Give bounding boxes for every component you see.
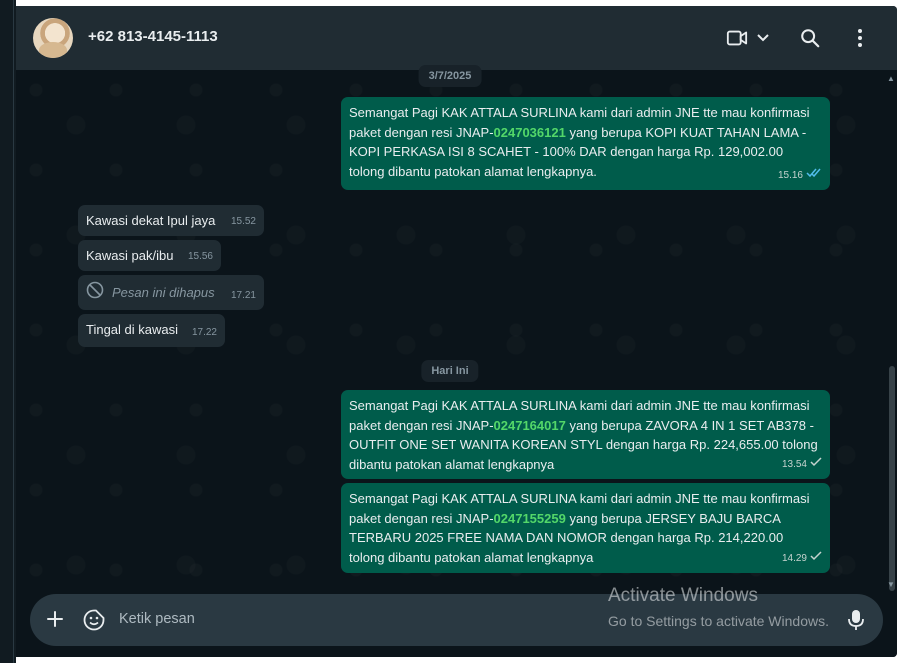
outgoing-message[interactable]: Semangat Pagi KAK ATTALA SURLINA kami da… xyxy=(341,390,830,479)
message-meta: 14.29 xyxy=(782,549,822,569)
watermark-subtitle: Go to Settings to activate Windows. xyxy=(608,613,829,629)
message-time: 15.16 xyxy=(777,169,803,181)
message-time: 17.22 xyxy=(191,326,217,338)
date-divider: Hari Ini xyxy=(421,360,479,382)
resi-number[interactable]: 0247036121 xyxy=(494,125,566,140)
incoming-message[interactable]: Kawasi pak/ibu 15.56 xyxy=(78,240,221,271)
message-text: Pesan ini dihapus xyxy=(112,285,215,300)
video-call-icon[interactable] xyxy=(726,27,748,54)
left-panel-edge xyxy=(0,0,16,663)
double-check-icon xyxy=(806,166,822,186)
resi-number[interactable]: 0247164017 xyxy=(494,418,566,433)
message-meta: 15.52 xyxy=(231,212,256,232)
contact-avatar[interactable] xyxy=(33,18,73,58)
message-time: 15.52 xyxy=(230,215,256,227)
activate-windows-watermark: Activate Windows Go to Settings to activ… xyxy=(608,585,829,630)
blocked-icon xyxy=(86,281,104,305)
scroll-down-arrow[interactable]: ▼ xyxy=(887,580,897,589)
date-divider: 3/7/2025 xyxy=(418,65,482,87)
message-list[interactable]: 3/7/2025 Semangat Pagi KAK ATTALA SURLIN… xyxy=(16,65,897,594)
chevron-down-icon[interactable] xyxy=(755,30,771,51)
panel-divider xyxy=(13,0,14,663)
resi-number[interactable]: 0247155259 xyxy=(494,511,566,526)
menu-dots-icon[interactable] xyxy=(850,27,870,54)
message-time: 17.21 xyxy=(230,289,256,301)
watermark-title: Activate Windows xyxy=(608,585,758,606)
message-text: Tingal di kawasi xyxy=(86,322,179,337)
mic-icon[interactable] xyxy=(846,608,866,637)
message-input[interactable]: Ketik pesan xyxy=(119,611,195,627)
outgoing-message[interactable]: Semangat Pagi KAK ATTALA SURLINA kami da… xyxy=(341,483,830,573)
check-icon xyxy=(810,455,822,475)
message-time: 13.54 xyxy=(781,458,807,470)
message-time: 15.56 xyxy=(187,250,213,262)
message-meta: 13.54 xyxy=(782,455,822,475)
deleted-message[interactable]: Pesan ini dihapus 17.21 xyxy=(78,275,264,310)
incoming-message[interactable]: Tingal di kawasi 17.22 xyxy=(78,314,225,347)
search-icon[interactable] xyxy=(799,27,821,54)
message-meta: 17.22 xyxy=(192,323,217,343)
chat-window: +62 813-4145-1113 3/7/2025 Semangat Pagi… xyxy=(16,6,897,657)
chat-header[interactable]: +62 813-4145-1113 xyxy=(16,6,897,70)
scrollbar-thumb[interactable] xyxy=(889,366,895,591)
message-text: Kawasi dekat Ipul jaya xyxy=(86,213,216,228)
message-meta: 17.21 xyxy=(231,286,256,306)
incoming-message[interactable]: Kawasi dekat Ipul jaya 15.52 xyxy=(78,205,264,236)
message-text: Kawasi pak/ibu xyxy=(86,248,174,263)
outgoing-message[interactable]: Semangat Pagi KAK ATTALA SURLINA kami da… xyxy=(341,97,830,190)
contact-name[interactable]: +62 813-4145-1113 xyxy=(88,28,218,45)
plus-icon[interactable] xyxy=(44,608,66,635)
message-meta: 15.56 xyxy=(188,247,213,267)
message-time: 14.29 xyxy=(781,552,807,564)
scroll-up-arrow[interactable]: ▲ xyxy=(887,74,897,83)
sticker-icon[interactable] xyxy=(82,608,106,637)
check-icon xyxy=(810,549,822,569)
message-meta: 15.16 xyxy=(778,166,822,186)
